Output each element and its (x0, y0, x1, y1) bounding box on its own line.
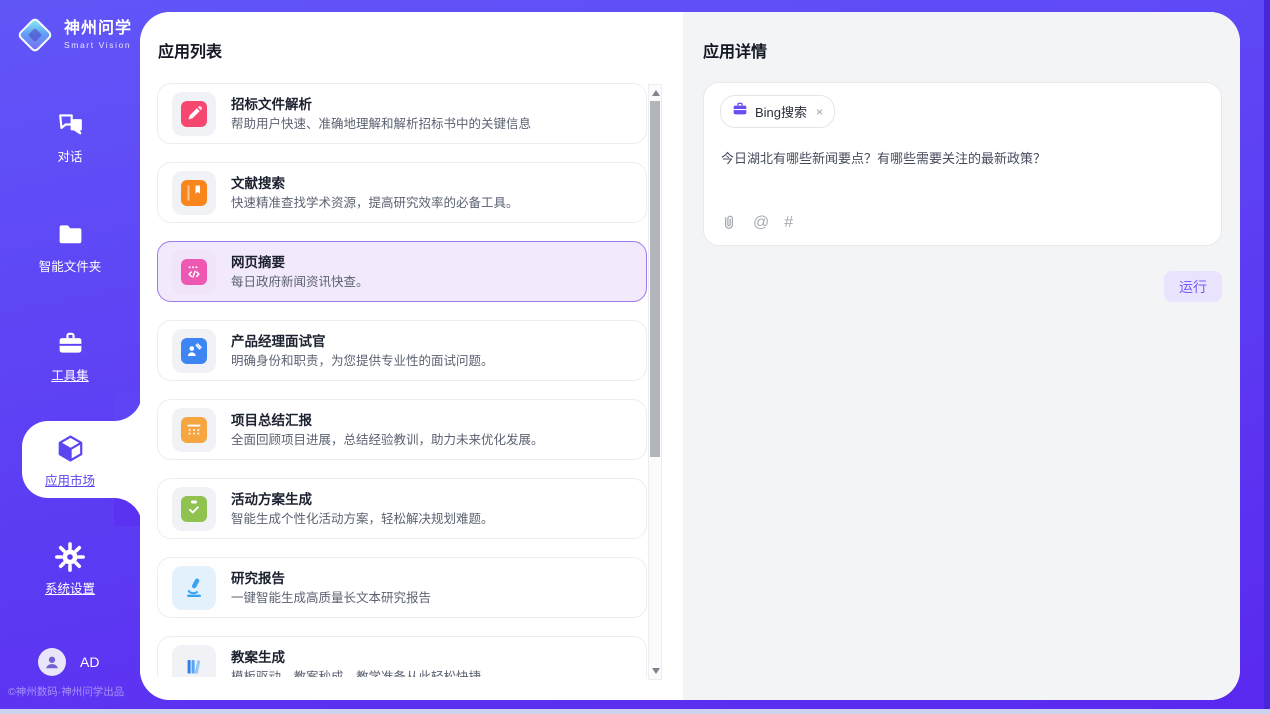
app-card[interactable]: 研究报告 一键智能生成高质量长文本研究报告 (157, 557, 647, 618)
app-card[interactable]: 项目总结汇报 全面回顾项目进展，总结经验教训，助力未来优化发展。 (157, 399, 647, 460)
app-card-subtitle: 一键智能生成高质量长文本研究报告 (231, 590, 431, 606)
tool-chip-bing-search[interactable]: Bing搜索 × (720, 95, 835, 128)
brand-subtitle: Smart Vision (64, 40, 132, 50)
active-tab-corner-top (114, 393, 142, 421)
app-card-subtitle: 模板驱动，教案秒成，教学准备从此轻松快捷 (231, 669, 481, 678)
webpage-icon (172, 250, 216, 294)
app-card[interactable]: 产品经理面试官 明确身份和职责，为您提供专业性的面试问题。 (157, 320, 647, 381)
microscope-icon (172, 566, 216, 610)
toolbox-icon (2, 327, 138, 361)
user-account[interactable]: AD (38, 648, 99, 676)
question-text[interactable]: 今日湖北有哪些新闻要点？有哪些需要关注的最新政策？ (721, 149, 1205, 168)
app-card-title: 文献搜索 (231, 175, 519, 192)
clipboard-icon (172, 487, 216, 531)
tool-chip-label: Bing搜索 (755, 102, 807, 121)
app-card[interactable]: 招标文件解析 帮助用户快速、准确地理解和解析招标书中的关键信息 (157, 83, 647, 144)
app-card[interactable]: 文献搜索 快速精准查找学术资源，提高研究效率的必备工具。 (157, 162, 647, 223)
content-card: 应用列表 招标文件解析 帮助用户快速、准确地理解和解析招标书中的关键信息 文献搜… (140, 12, 1240, 700)
edit-icon (172, 92, 216, 136)
hash-icon[interactable]: # (784, 214, 793, 232)
sidebar-item-toolset[interactable]: 工具集 (2, 327, 138, 384)
chat-icon (2, 108, 138, 142)
run-button[interactable]: 运行 (1164, 271, 1222, 302)
paperclip-icon[interactable] (720, 214, 738, 232)
app-card-title: 产品经理面试官 (231, 333, 494, 350)
sidebar-item-settings[interactable]: 系统设置 (2, 540, 138, 597)
app-card-title: 招标文件解析 (231, 96, 531, 113)
app-card[interactable]: 活动方案生成 智能生成个性化活动方案，轻松解决规划难题。 (157, 478, 647, 539)
app-card-subtitle: 帮助用户快速、准确地理解和解析招标书中的关键信息 (231, 116, 531, 132)
app-card[interactable]: 网页摘要 每日政府新闻资讯快查。 (157, 241, 647, 302)
person-icon (42, 652, 62, 672)
at-mention-icon[interactable]: @ (753, 214, 769, 232)
cube-icon (2, 432, 138, 466)
app-card-list: 招标文件解析 帮助用户快速、准确地理解和解析招标书中的关键信息 文献搜索 快速精… (157, 83, 649, 677)
chip-close-icon[interactable]: × (816, 105, 823, 119)
app-card-title: 研究报告 (231, 570, 431, 587)
app-card-subtitle: 智能生成个性化活动方案，轻松解决规划难题。 (231, 511, 494, 527)
sidebar-item-smart-folders[interactable]: 智能文件夹 (2, 218, 138, 275)
sidebar: 神州问学 Smart Vision 对话 智能文件夹 工具集 应用市场 (0, 0, 140, 714)
app-list-title: 应用列表 (158, 38, 222, 62)
prompt-card: Bing搜索 × 今日湖北有哪些新闻要点？有哪些需要关注的最新政策？ @ # (703, 82, 1222, 246)
scrollbar-down-icon[interactable] (652, 668, 660, 674)
window-right-edge (1264, 0, 1270, 714)
app-detail-title: 应用详情 (703, 38, 767, 62)
sidebar-item-chat[interactable]: 对话 (2, 108, 138, 165)
gear-icon (2, 540, 138, 574)
window-bottom-edge (0, 709, 1270, 714)
avatar[interactable] (38, 648, 66, 676)
app-card-title: 活动方案生成 (231, 491, 494, 508)
app-card-subtitle: 快速精准查找学术资源，提高研究效率的必备工具。 (231, 195, 519, 211)
books-icon (172, 645, 216, 678)
app-detail-panel: 应用详情 Bing搜索 × 今日湖北有哪些新闻要点？有哪些需要关注的最新政策？ (683, 12, 1240, 700)
brand-logo: 神州问学 Smart Vision (16, 16, 132, 54)
calendar-icon (172, 408, 216, 452)
scrollbar-thumb[interactable] (650, 101, 660, 457)
sidebar-item-app-market[interactable]: 应用市场 (2, 432, 138, 489)
scrollbar-up-icon[interactable] (652, 90, 660, 96)
active-tab-corner-bottom (114, 498, 142, 526)
attachment-toolbar: @ # (720, 214, 793, 232)
app-window: 神州问学 Smart Vision 对话 智能文件夹 工具集 应用市场 (0, 0, 1270, 714)
interview-icon (172, 329, 216, 373)
app-card-subtitle: 明确身份和职责，为您提供专业性的面试问题。 (231, 353, 494, 369)
copyright: ©神州数码·神州问学出品 (8, 684, 140, 699)
app-card-title: 项目总结汇报 (231, 412, 544, 429)
scrollbar[interactable] (648, 84, 662, 680)
app-card[interactable]: 教案生成 模板驱动，教案秒成，教学准备从此轻松快捷 (157, 636, 647, 677)
folder-icon (2, 218, 138, 252)
book-icon (172, 171, 216, 215)
app-card-subtitle: 全面回顾项目进展，总结经验教训，助力未来优化发展。 (231, 432, 544, 448)
user-name: AD (80, 654, 99, 670)
briefcase-icon (732, 101, 748, 122)
app-list-panel: 应用列表 招标文件解析 帮助用户快速、准确地理解和解析招标书中的关键信息 文献搜… (140, 12, 683, 700)
app-card-subtitle: 每日政府新闻资讯快查。 (231, 274, 369, 290)
app-card-title: 网页摘要 (231, 254, 369, 271)
diamond-logo-icon (17, 17, 54, 54)
brand-name: 神州问学 (64, 20, 132, 38)
app-card-title: 教案生成 (231, 649, 481, 666)
brand-text: 神州问学 Smart Vision (64, 20, 132, 50)
